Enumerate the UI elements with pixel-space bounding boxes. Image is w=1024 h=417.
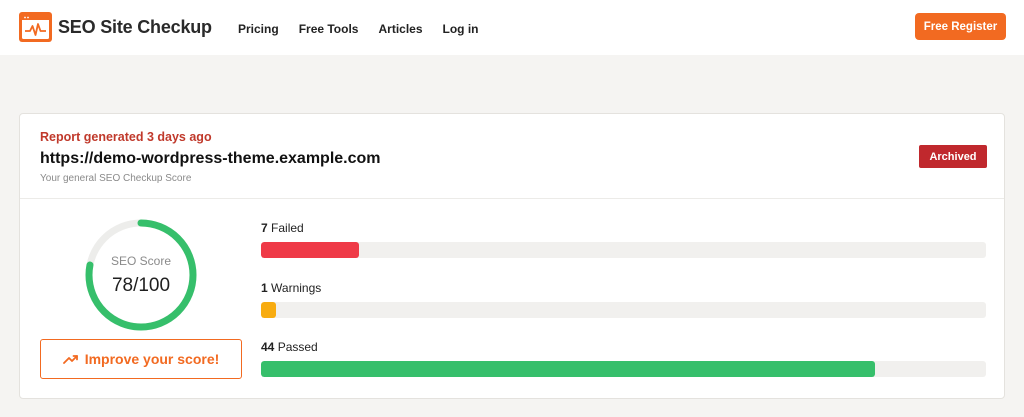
brand-logo[interactable]: SEO Site Checkup [19,12,212,42]
failed-bar-track [261,242,986,258]
warnings-label: 1 Warnings [261,281,321,295]
improve-score-button[interactable]: Improve your score! [40,339,242,379]
warnings-bar-track [261,302,986,318]
nav-log-in[interactable]: Log in [443,21,479,37]
nav-pricing[interactable]: Pricing [238,21,279,37]
passed-bar-fill [261,361,876,377]
failed-label: 7 Failed [261,221,304,235]
report-header: Report generated 3 days ago https://demo… [20,114,1004,199]
warnings-count: 1 [261,281,268,295]
pulse-chart-icon [19,12,52,42]
trending-up-icon [62,355,78,364]
report-url: https://demo-wordpress-theme.example.com [40,150,381,167]
passed-label: 44 Passed [261,340,318,354]
passed-text: Passed [277,340,318,354]
seo-score-value: 78/100 [111,275,171,296]
report-generated-text: Report generated 3 days ago [40,130,212,144]
passed-bar-track [261,361,986,377]
free-register-button[interactable]: Free Register [915,13,1006,40]
brand-name: SEO Site Checkup [58,16,212,37]
nav-articles[interactable]: Articles [378,21,422,37]
failed-bar-fill [261,242,359,258]
seo-score-label: SEO Score [110,254,172,268]
improve-score-label: Improve your score! [84,351,220,367]
warnings-bar-fill [261,302,276,318]
archived-badge: Archived [919,145,987,168]
failed-count: 7 [261,221,268,235]
seo-score-gauge: SEO Score 78/100 [83,217,199,333]
warnings-text: Warnings [271,281,322,295]
report-subtitle: Your general SEO Checkup Score [40,173,192,184]
main-nav: Pricing Free Tools Articles Log in [238,21,499,37]
failed-text: Failed [271,221,304,235]
report-card: Report generated 3 days ago https://demo… [19,113,1005,399]
nav-free-tools[interactable]: Free Tools [299,21,359,37]
passed-count: 44 [261,340,275,354]
top-header: SEO Site Checkup Pricing Free Tools Arti… [0,0,1024,55]
